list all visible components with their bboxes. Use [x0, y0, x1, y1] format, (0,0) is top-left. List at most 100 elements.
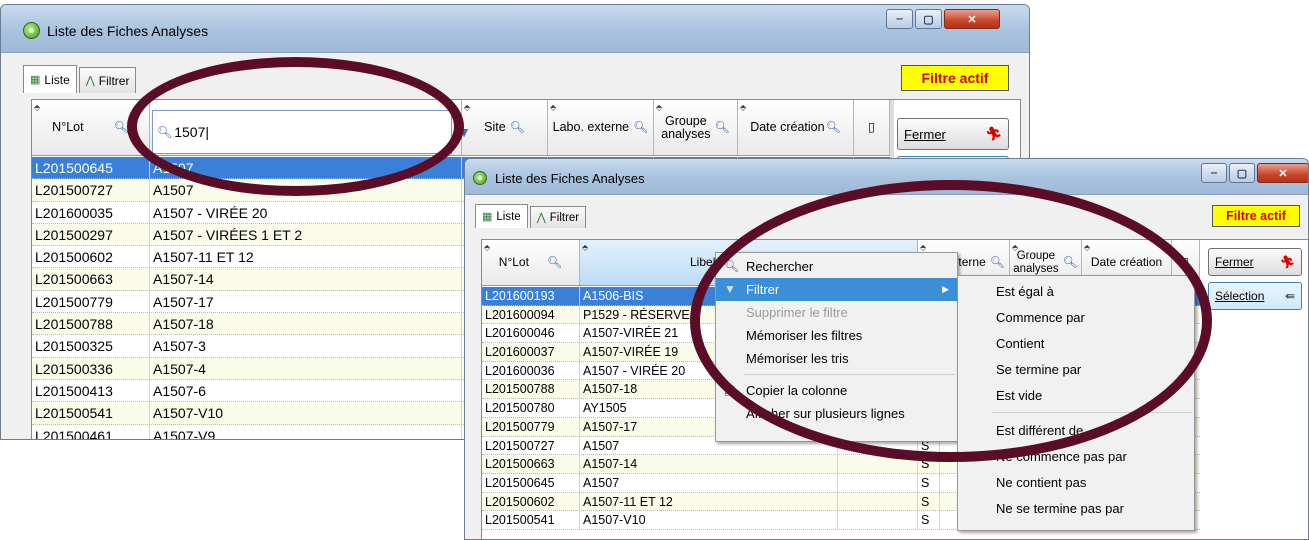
table-cell: A1507	[150, 179, 462, 201]
table-cell: L201500788	[32, 313, 150, 335]
menu-item-copier-colonne[interactable]: ▤ Copier la colonne	[716, 379, 957, 402]
col-header-site[interactable]: ⬘ Site 🔍︎	[462, 100, 548, 155]
table-cell: L201600035	[32, 201, 150, 223]
menu-item-supprimer-filtre[interactable]: Supprimer le filtre	[716, 301, 957, 324]
table-cell: A1507-4	[150, 357, 462, 379]
title-bar[interactable]: Liste des Fiches Analyses ‒ ▢ ✕	[1, 5, 1029, 53]
minimize-button[interactable]: ‒	[1201, 163, 1227, 183]
col-header-date[interactable]: ⬘ Date création 🔍︎	[738, 100, 854, 155]
search-icon[interactable]: 🔍︎	[715, 121, 730, 134]
tab-filtrer[interactable]: ⋀ Filtrer	[78, 67, 137, 93]
table-cell: L201500413	[32, 379, 150, 402]
menu-item-label: Rechercher	[746, 259, 814, 274]
table-cell: L201600193	[482, 287, 580, 305]
search-icon[interactable]: 🔍︎	[826, 121, 841, 134]
menu-item-filtrer[interactable]: ▼ Filtrer ▶	[716, 278, 957, 301]
submenu-item[interactable]: Contient	[958, 330, 1194, 356]
selection-button[interactable]: Sélection ⇚	[1208, 282, 1302, 310]
window-title: Liste des Fiches Analyses	[47, 23, 209, 39]
table-cell: S	[918, 473, 940, 492]
search-icon[interactable]: 🔍︎	[633, 121, 648, 134]
filter-chart-icon: ⋀	[85, 75, 95, 87]
table-cell: L201600046	[482, 324, 580, 343]
search-icon[interactable]: 🔍︎	[990, 256, 1005, 269]
submenu-item[interactable]: Ne contient pas	[958, 469, 1194, 495]
submenu-item-label: Commence par	[996, 309, 1085, 325]
table-cell: A1507-14	[580, 455, 838, 473]
table-cell: L201600036	[482, 361, 580, 380]
fermer-button[interactable]: Fermer 🏃︎	[897, 118, 1009, 150]
column-chooser-icon[interactable]: ▯	[854, 100, 890, 155]
menu-item-memoriser-filtres[interactable]: Mémoriser les filtres	[716, 324, 957, 347]
submenu-item-label: Est vide	[996, 387, 1043, 403]
col-header-lot[interactable]: ⬘ N°Lot 🔍︎	[482, 240, 580, 285]
filter-submenu: Est égal à Commence par Contient Se termine…	[957, 275, 1195, 531]
table-cell	[838, 473, 918, 492]
search-input[interactable]: 🔍︎ 1507 | ▼	[152, 110, 471, 154]
submenu-arrow-icon: ▶	[942, 284, 949, 294]
tab-strip: ▦ Liste ⋀ Filtrer	[23, 65, 137, 93]
search-icon[interactable]: 🔍︎	[1063, 256, 1078, 269]
submenu-item-label: Contient	[996, 335, 1045, 351]
col-header-labo[interactable]: ⬘Labo. externe🔍︎	[548, 100, 654, 155]
submenu-item[interactable]: Se termine par	[958, 356, 1194, 382]
table-cell: L201500541	[482, 511, 580, 529]
menu-item-rechercher[interactable]: 🔍︎ Rechercher	[716, 255, 957, 278]
submenu-item-label: Se termine par	[996, 361, 1082, 377]
search-icon[interactable]: 🔍︎	[547, 256, 562, 269]
menu-separator	[744, 374, 955, 375]
menu-item-label: Mémoriser les tris	[746, 351, 849, 366]
table-cell: A1507-17	[150, 290, 462, 313]
search-icon[interactable]: 🔍︎	[114, 121, 129, 134]
app-icon	[473, 171, 487, 185]
minimize-button[interactable]: ‒	[886, 9, 913, 29]
table-cell: A1507-V10	[150, 402, 462, 424]
search-icon: 🔍︎	[157, 125, 173, 139]
tab-strip: ▦ Liste ⋀ Filtrer	[475, 204, 587, 228]
menu-separator	[992, 412, 1192, 413]
submenu-item[interactable]: Est différent de	[958, 417, 1194, 443]
title-bar[interactable]: Liste des Fiches Analyses ‒ ▢ ✕	[465, 159, 1308, 195]
table-cell: L201500541	[32, 402, 150, 424]
table-cell	[838, 455, 918, 473]
table-cell: L201500779	[32, 290, 150, 313]
table-cell: L201500779	[482, 417, 580, 436]
table-cell: L201500663	[32, 268, 150, 290]
col-header-groupe[interactable]: ⬘ Groupe analyses 🔍︎	[654, 100, 738, 155]
table-cell: L201500461	[32, 424, 150, 439]
table-cell: A1507-18	[150, 313, 462, 335]
grid-icon: ▦	[30, 74, 41, 86]
tab-liste[interactable]: ▦ Liste	[23, 65, 77, 93]
close-button[interactable]: ✕	[944, 9, 1000, 29]
submenu-item[interactable]: Est vide	[958, 382, 1194, 408]
submenu-item[interactable]: Ne se termine pas par	[958, 495, 1194, 521]
col-header-lot[interactable]: ⬘ N°Lot 🔍︎	[32, 100, 150, 155]
table-cell: A1507-14	[150, 268, 462, 290]
maximize-button[interactable]: ▢	[915, 9, 942, 29]
close-button[interactable]: ✕	[1257, 163, 1308, 183]
menu-item-afficher-plusieurs-lignes[interactable]: Afficher sur plusieurs lignes	[716, 402, 957, 425]
submenu-item-label: Est différent de	[996, 422, 1084, 438]
tab-filtrer[interactable]: ⋀ Filtrer	[529, 206, 587, 228]
filter-funnel-icon[interactable]: ▼	[457, 124, 471, 140]
menu-item-memoriser-tris[interactable]: Mémoriser les tris	[716, 347, 957, 370]
search-icon[interactable]: 🔍︎	[510, 121, 525, 134]
tab-liste[interactable]: ▦ Liste	[475, 204, 528, 228]
table-cell: L201500788	[482, 380, 580, 399]
context-menu: 🔍︎ Rechercher ▼ Filtrer ▶ Supprimer le filtre…	[715, 252, 958, 442]
table-cell: A1507	[580, 473, 838, 492]
fermer-button[interactable]: Fermer 🏃︎	[1208, 248, 1302, 276]
filter-chart-icon: ⋀	[536, 212, 546, 224]
table-cell	[838, 492, 918, 511]
table-cell: A1507-V10	[580, 511, 838, 529]
submenu-item[interactable]: Commence par	[958, 304, 1194, 330]
table-cell: A1507-11 ET 12	[580, 492, 838, 511]
submenu-item[interactable]: Est égal à	[958, 278, 1194, 304]
submenu-item[interactable]: Ne commence pas par	[958, 443, 1194, 469]
copy-icon: ▤	[724, 383, 736, 397]
table-cell: A1507-11 ET 12	[150, 246, 462, 268]
exit-icon: 🏃︎	[1279, 255, 1295, 269]
maximize-button[interactable]: ▢	[1229, 163, 1255, 183]
table-cell	[838, 511, 918, 529]
submenu-item-label: Est égal à	[996, 283, 1054, 299]
